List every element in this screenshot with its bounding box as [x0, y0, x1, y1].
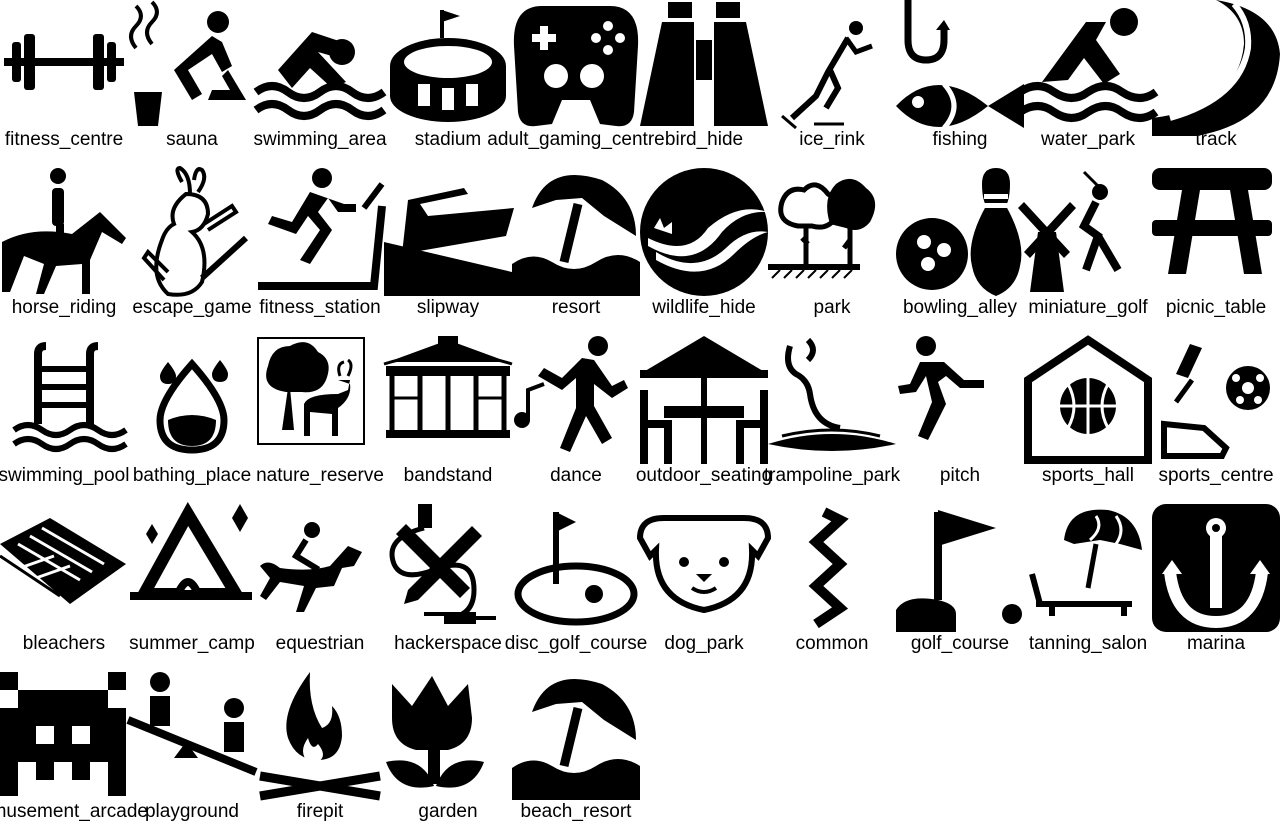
icon-label: sports_centre [1158, 465, 1274, 486]
icon-tile-sauna: sauna [128, 0, 256, 168]
icon-label: sports_hall [1042, 465, 1134, 486]
icon-grid: fitness_centre sauna swimming_area stadi… [0, 0, 1280, 840]
icon-label: golf_course [910, 633, 1010, 654]
icon-label: fitness_station [259, 297, 381, 318]
icon-label: swimming_area [253, 129, 387, 150]
icon-label: dance [550, 465, 602, 486]
icon-tile-park: park [768, 168, 896, 336]
icon-label: nature_reserve [256, 465, 384, 486]
icon-label: common [795, 633, 869, 654]
icon-tile-adult-gaming-centre: adult_gaming_centre [487, 0, 665, 168]
icon-tile-pitch: pitch [896, 336, 1024, 504]
icon-tile-marina: marina [1152, 504, 1280, 672]
icon-label: disc_golf_course [504, 633, 648, 654]
icon-tile-fitness-station: fitness_station [256, 168, 386, 336]
icon-tile-fitness-centre: fitness_centre [0, 0, 128, 168]
icon-label: beach_resort [520, 801, 632, 822]
icon-tile-sports-centre: sports_centre [1152, 336, 1280, 504]
icon-label: escape_game [132, 297, 252, 318]
icon-label: picnic_table [1165, 297, 1267, 318]
icon-tile-hackerspace: hackerspace [384, 504, 512, 672]
icon-label: pitch [939, 465, 981, 486]
icon-label: stadium [414, 129, 482, 150]
icon-label: equestrian [275, 633, 365, 654]
icon-tile-track: track [1152, 0, 1280, 168]
icon-tile-swimming-pool: swimming_pool [0, 336, 130, 504]
icon-tile-picnic-table: picnic_table [1152, 168, 1280, 336]
icon-tile-horse-riding: horse_riding [0, 168, 128, 336]
icon-label: slipway [416, 297, 480, 318]
icon-label: fitness_centre [4, 129, 124, 150]
icon-tile-escape-game: escape_game [128, 165, 256, 336]
icon-label: hackerspace [394, 633, 502, 654]
icon-tile-dog-park: dog_park [636, 504, 772, 672]
icon-tile-ice-rink: ice_rink [768, 0, 896, 168]
icon-tile-swimming-area: swimming_area [253, 0, 387, 168]
icon-tile-trampoline-park: trampoline_park [764, 336, 900, 504]
icon-tile-dance: dance [512, 336, 640, 504]
icon-label: wildlife_hide [652, 297, 756, 318]
icon-label: ice_rink [799, 129, 865, 150]
icon-tile-outdoor-seating: outdoor_seating [636, 336, 772, 504]
icon-tile-beach-resort: beach_resort [512, 672, 640, 840]
icon-label: outdoor_seating [635, 465, 773, 486]
icon-tile-fishing: fishing [896, 0, 1024, 168]
icon-tile-bandstand: bandstand [383, 336, 513, 504]
icon-tile-playground: playground [126, 672, 258, 840]
icon-tile-tanning-salon: tanning_salon [1024, 504, 1152, 672]
icon-label: miniature_golf [1028, 297, 1148, 318]
icon-label: fishing [932, 129, 988, 150]
icon-label: horse_riding [11, 297, 117, 318]
icon-label: water_park [1041, 129, 1135, 150]
icon-tile-slipway: slipway [384, 168, 514, 336]
icon-tile-bird-hide: bird_hide [640, 0, 768, 168]
icon-tile-nature-reserve: nature_reserve [256, 336, 384, 504]
icon-label: playground [144, 801, 240, 822]
icon-tile-summer-camp: summer_camp [128, 501, 256, 672]
icon-label: bleachers [22, 633, 106, 654]
icon-label: sauna [166, 129, 218, 150]
icon-label: garden [418, 801, 478, 822]
icon-tile-sports-hall: sports_hall [1024, 335, 1152, 504]
icon-tile-bleachers: bleachers [0, 504, 128, 672]
icon-label: marina [1186, 633, 1246, 654]
icon-tile-resort: resort [512, 168, 640, 336]
icon-label: dog_park [664, 633, 744, 654]
icon-tile-equestrian: equestrian [256, 504, 384, 672]
icon-label: park [813, 297, 851, 318]
icon-tile-garden: garden [384, 672, 512, 840]
icon-tile-bathing-place: bathing_place [128, 336, 256, 504]
icon-label: amusement_arcade [0, 801, 148, 822]
icon-label: tanning_salon [1028, 633, 1148, 654]
icon-label: bathing_place [132, 465, 252, 486]
icon-label: adult_gaming_centre [487, 129, 665, 150]
icon-tile-common: common [768, 504, 896, 672]
icon-tile-golf-course: golf_course [896, 504, 1024, 672]
icon-tile-water-park: water_park [1017, 0, 1159, 168]
icon-tile-disc-golf-course: disc_golf_course [505, 504, 647, 672]
icon-label: bird_hide [664, 129, 744, 150]
icon-label: bowling_alley [902, 297, 1018, 318]
icon-label: resort [551, 297, 601, 318]
icon-label: firepit [296, 801, 344, 822]
icon-tile-firepit: firepit [256, 672, 384, 840]
icon-label: bandstand [403, 465, 493, 486]
icon-label: trampoline_park [763, 465, 901, 486]
icon-label: summer_camp [129, 633, 255, 654]
icon-tile-wildlife-hide: wildlife_hide [640, 168, 768, 336]
icon-tile-amusement-arcade: amusement_arcade [0, 672, 148, 840]
icon-tile-miniature-golf: miniature_golf [1018, 168, 1152, 336]
icon-tile-bowling-alley: bowling_alley [896, 168, 1024, 336]
icon-label: swimming_pool [0, 465, 130, 486]
icon-label: track [1195, 129, 1237, 150]
